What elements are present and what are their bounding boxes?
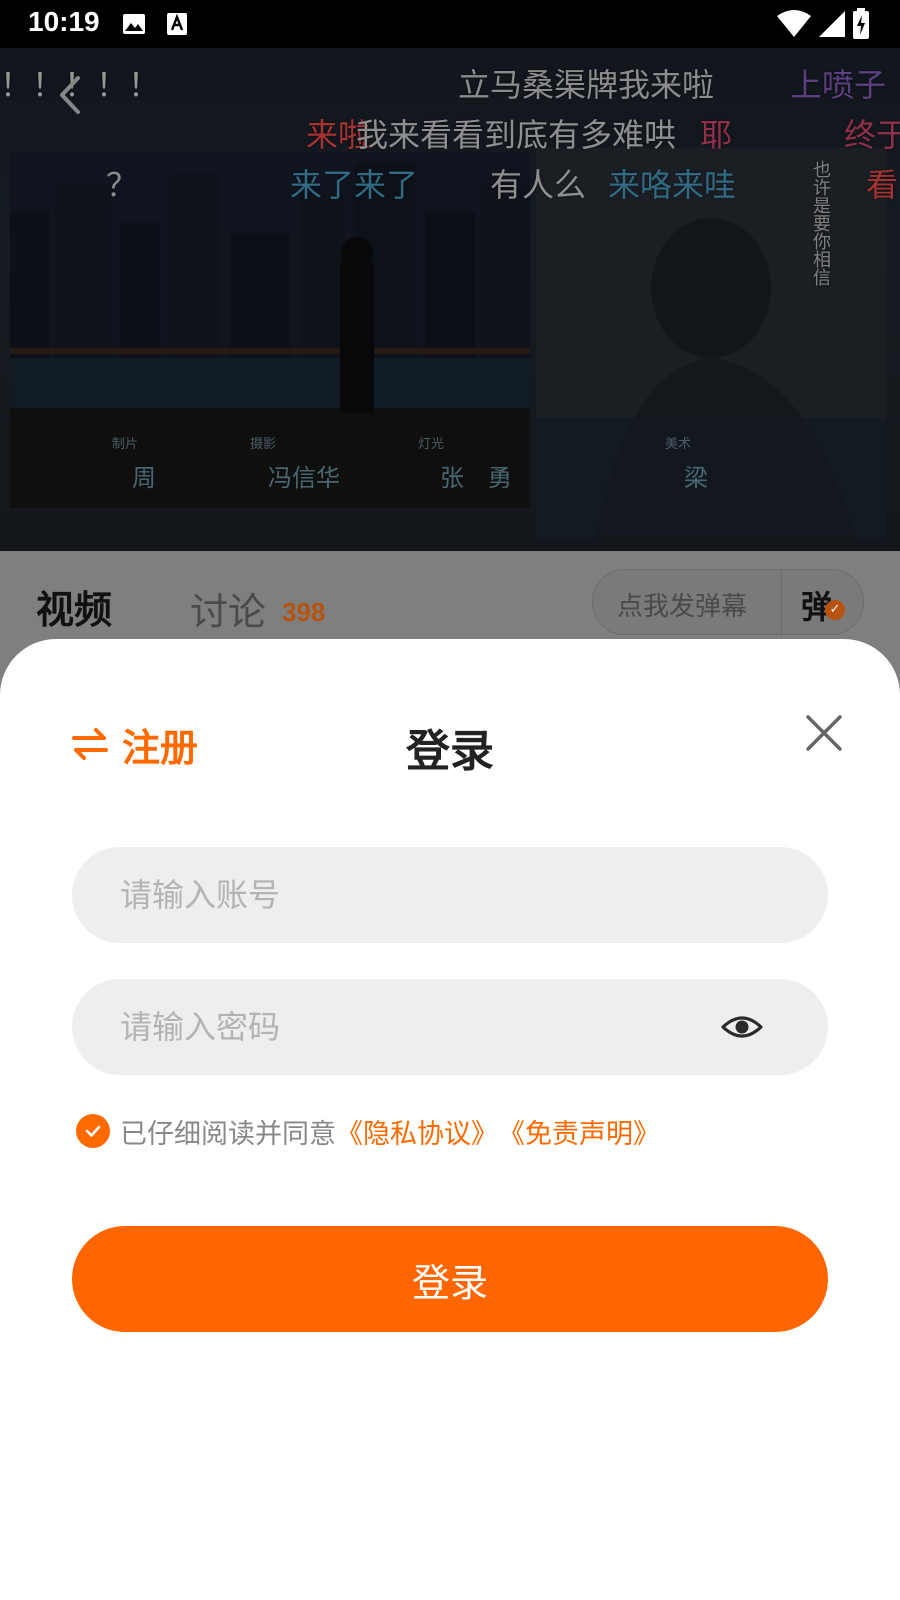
cell-signal-icon xyxy=(819,11,845,37)
divider xyxy=(781,570,782,636)
disclaimer-link[interactable]: 《免责声明》 xyxy=(498,1112,660,1151)
account-field[interactable] xyxy=(72,847,828,943)
login-sheet: 注册 登录 已仔细阅读并同意 《隐私协议》 《免责声明》 登录 xyxy=(0,639,900,1600)
tab-discussion[interactable]: 讨论 xyxy=(190,581,266,636)
status-time: 10:19 xyxy=(28,6,100,37)
agreement-checkbox[interactable] xyxy=(76,1114,110,1148)
login-button[interactable]: 登录 xyxy=(72,1226,828,1332)
close-icon[interactable] xyxy=(800,709,848,757)
danmaku-input[interactable]: 点我发弹幕 弹 ✓ xyxy=(592,569,864,636)
danmaku-input-placeholder: 点我发弹幕 xyxy=(617,592,748,622)
agreement-row: 已仔细阅读并同意 《隐私协议》 《免责声明》 xyxy=(76,1112,660,1151)
password-input[interactable] xyxy=(120,979,680,1075)
discussion-count-badge: 398 xyxy=(282,597,326,627)
wifi-icon xyxy=(777,10,811,37)
login-title: 登录 xyxy=(406,726,494,777)
detail-tab-bar: 视频 讨论 398 点我发弹幕 弹 ✓ xyxy=(0,551,900,651)
password-field[interactable] xyxy=(72,979,828,1075)
gallery-notification-icon xyxy=(123,14,145,34)
battery-icon xyxy=(853,8,869,39)
account-input[interactable] xyxy=(120,847,680,943)
eye-icon[interactable] xyxy=(720,1005,764,1049)
check-badge-icon: ✓ xyxy=(825,600,845,620)
danmaku-toggle-button[interactable]: 弹 ✓ xyxy=(801,582,845,628)
check-icon xyxy=(85,1125,101,1137)
privacy-policy-link[interactable]: 《隐私协议》 xyxy=(336,1112,498,1151)
dim-overlay xyxy=(0,48,900,551)
status-bar: 10:19 xyxy=(0,0,900,48)
app-notification-icon xyxy=(167,13,187,35)
tab-video[interactable]: 视频 xyxy=(36,579,112,634)
video-player[interactable]: 也许是要你相信 制片 周 摄影 冯信华 灯光 张 勇 美术 梁 ！！！！！ 立马… xyxy=(0,48,900,551)
agreement-text: 已仔细阅读并同意 xyxy=(120,1118,336,1150)
